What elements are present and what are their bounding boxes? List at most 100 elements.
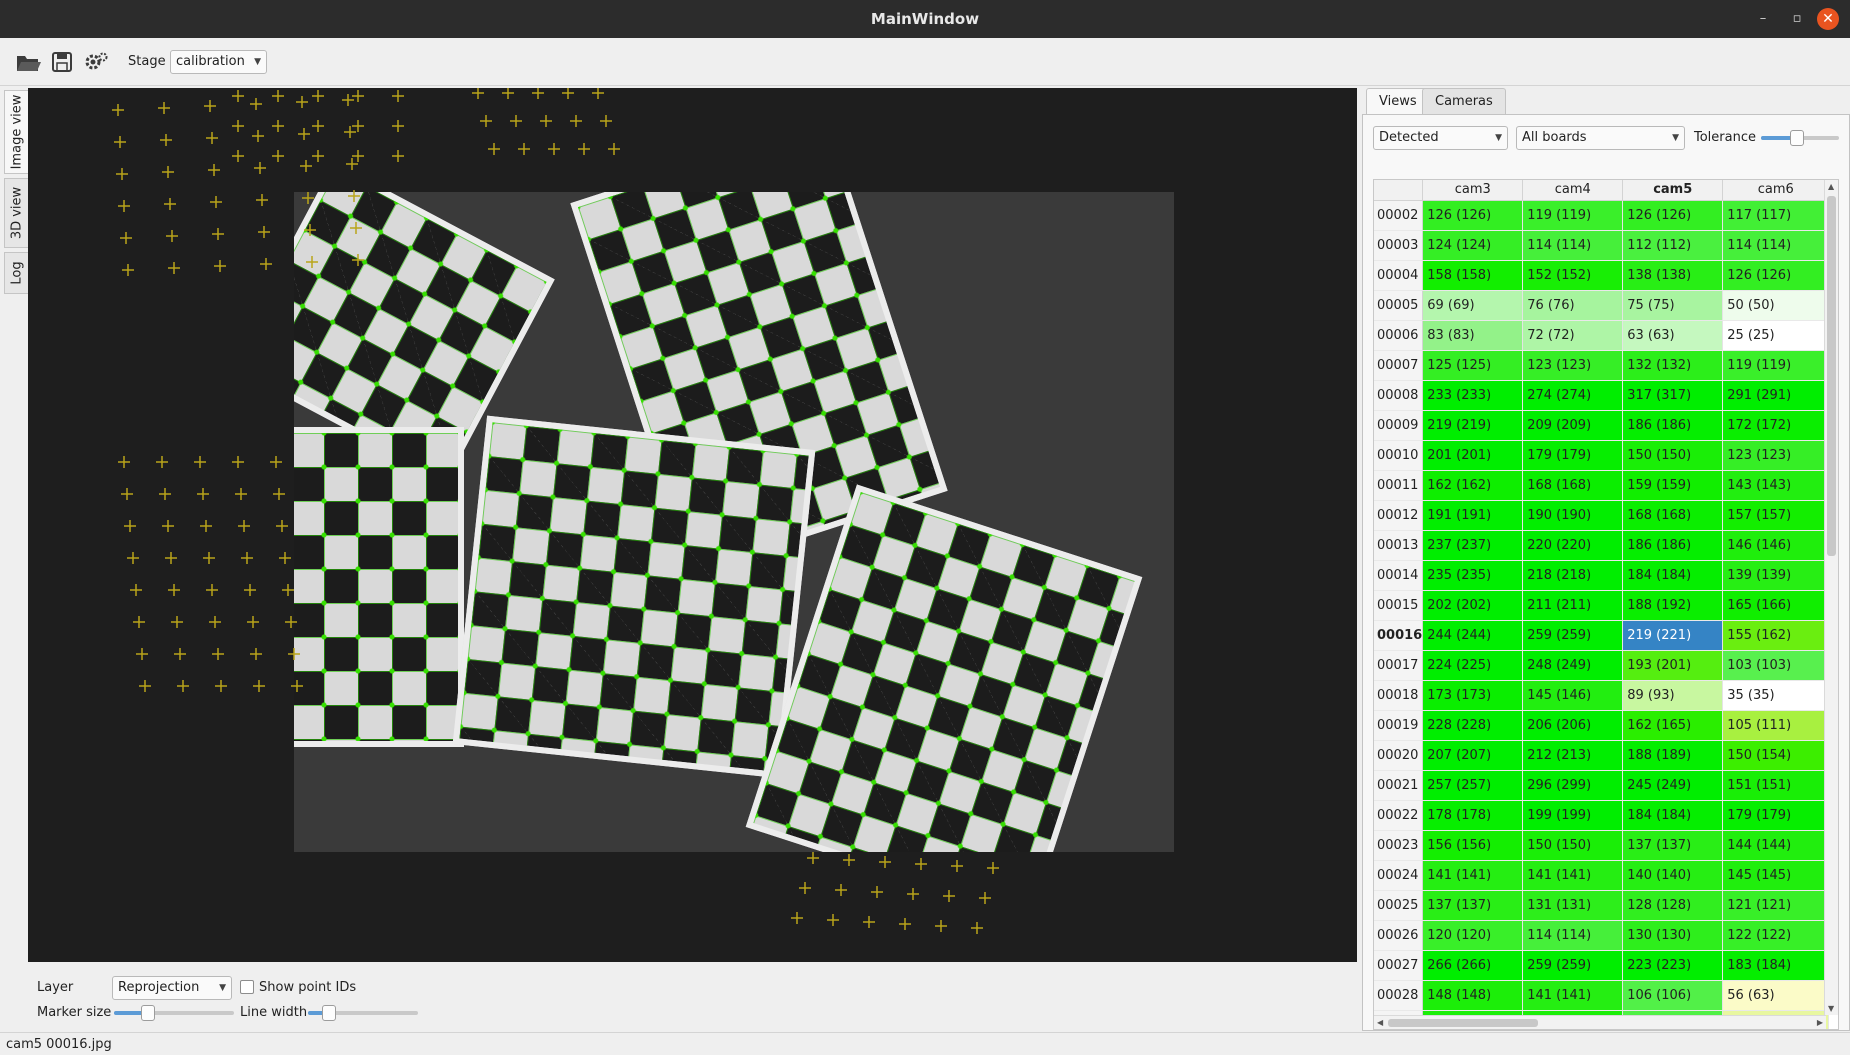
table-row[interactable]: 00005 69 (69) 76 (76) 75 (75) 50 (50) [1374, 290, 1830, 321]
table-cell[interactable]: 114 (114) [1522, 920, 1624, 951]
column-header-cam4[interactable]: cam4 [1522, 180, 1624, 201]
table-cell[interactable]: 25 (25) [1722, 320, 1830, 351]
scroll-thumb[interactable] [1388, 1019, 1538, 1027]
table-cell[interactable]: 219 (219) [1422, 410, 1524, 441]
table-cell[interactable]: 150 (154) [1722, 740, 1830, 771]
table-cell[interactable]: 206 (206) [1522, 710, 1624, 741]
table-cell[interactable]: 76 (76) [1522, 290, 1624, 321]
table-cell[interactable]: 317 (317) [1622, 380, 1724, 411]
table-cell[interactable]: 219 (221) [1622, 620, 1724, 651]
table-cell[interactable]: 83 (83) [1422, 320, 1524, 351]
table-cell[interactable]: 69 (69) [1422, 290, 1524, 321]
table-row[interactable]: 00012 191 (191) 190 (190) 168 (168) 157 (157… [1374, 500, 1830, 531]
table-cell[interactable]: 172 (172) [1722, 410, 1830, 441]
table-cell[interactable]: 266 (266) [1422, 950, 1524, 981]
row-header[interactable]: 00008 [1374, 380, 1424, 411]
row-header[interactable]: 00002 [1374, 200, 1424, 231]
table-cell[interactable]: 141 (141) [1522, 980, 1624, 1011]
table-row[interactable]: 00023 156 (156) 150 (150) 137 (137) 144 (144… [1374, 830, 1830, 861]
table-cell[interactable]: 121 (121) [1722, 890, 1830, 921]
table-cell[interactable]: 151 (151) [1722, 770, 1830, 801]
table-row[interactable]: 00027 266 (266) 259 (259) 223 (223) 183 (184… [1374, 950, 1830, 981]
table-cell[interactable]: 184 (184) [1622, 560, 1724, 591]
table-cell[interactable]: 145 (145) [1722, 860, 1830, 891]
table-cell[interactable]: 125 (125) [1422, 350, 1524, 381]
table-row[interactable]: 00014 235 (235) 218 (218) 184 (184) 139 (139… [1374, 560, 1830, 591]
table-cell[interactable]: 150 (150) [1522, 830, 1624, 861]
table-cell[interactable]: 259 (259) [1522, 950, 1624, 981]
column-header-cam3[interactable]: cam3 [1422, 180, 1524, 201]
table-row[interactable]: 00013 237 (237) 220 (220) 186 (186) 146 (146… [1374, 530, 1830, 561]
table-cell[interactable]: 199 (199) [1522, 800, 1624, 831]
table-row[interactable]: 00002 126 (126) 119 (119) 126 (126) 117 (117… [1374, 200, 1830, 231]
table-cell[interactable]: 123 (123) [1722, 440, 1830, 471]
table-cell[interactable]: 155 (162) [1722, 620, 1830, 651]
table-cell[interactable]: 126 (126) [1722, 260, 1830, 291]
table-cell[interactable]: 56 (63) [1722, 980, 1830, 1011]
table-cell[interactable]: 137 (137) [1422, 890, 1524, 921]
marker-size-slider[interactable] [114, 1003, 234, 1023]
row-header[interactable]: 00018 [1374, 680, 1424, 711]
table-cell[interactable]: 75 (75) [1622, 290, 1724, 321]
table-cell[interactable]: 178 (178) [1422, 800, 1524, 831]
tab-image-view[interactable]: Image view [4, 90, 28, 174]
table-cell[interactable]: 183 (184) [1722, 950, 1830, 981]
table-cell[interactable]: 132 (132) [1622, 350, 1724, 381]
row-header[interactable]: 00028 [1374, 980, 1424, 1011]
table-cell[interactable]: 223 (223) [1622, 950, 1724, 981]
table-cell[interactable]: 233 (233) [1422, 380, 1524, 411]
table-cell[interactable]: 112 (112) [1622, 230, 1724, 261]
table-cell[interactable]: 143 (143) [1722, 470, 1830, 501]
table-cell[interactable]: 211 (211) [1522, 590, 1624, 621]
table-row[interactable]: 00018 173 (173) 145 (146) 89 (93) 35 (35) [1374, 680, 1830, 711]
line-width-slider[interactable] [308, 1003, 418, 1023]
table-row[interactable]: 00007 125 (125) 123 (123) 132 (132) 119 (119… [1374, 350, 1830, 381]
table-cell[interactable]: 179 (179) [1522, 440, 1624, 471]
horizontal-scrollbar[interactable]: ◀ ▶ [1374, 1015, 1826, 1029]
table-cell[interactable]: 291 (291) [1722, 380, 1830, 411]
table-cell[interactable]: 144 (144) [1722, 830, 1830, 861]
row-header[interactable]: 00003 [1374, 230, 1424, 261]
table-cell[interactable]: 114 (114) [1722, 230, 1830, 261]
table-cell[interactable]: 89 (93) [1622, 680, 1724, 711]
table-row[interactable]: 00026 120 (120) 114 (114) 130 (130) 122 (122… [1374, 920, 1830, 951]
table-cell[interactable]: 235 (235) [1422, 560, 1524, 591]
row-header[interactable]: 00015 [1374, 590, 1424, 621]
table-cell[interactable]: 186 (186) [1622, 530, 1724, 561]
table-cell[interactable]: 119 (119) [1722, 350, 1830, 381]
row-header[interactable]: 00007 [1374, 350, 1424, 381]
boards-combo[interactable]: All boards ▼ [1516, 126, 1685, 150]
table-cell[interactable]: 141 (141) [1422, 860, 1524, 891]
close-button[interactable]: ✕ [1817, 8, 1839, 30]
table-row[interactable]: 00024 141 (141) 141 (141) 140 (140) 145 (145… [1374, 860, 1830, 891]
table-cell[interactable]: 224 (225) [1422, 650, 1524, 681]
table-cell[interactable]: 202 (202) [1422, 590, 1524, 621]
minimize-button[interactable]: – [1752, 8, 1774, 30]
table-cell[interactable]: 150 (150) [1622, 440, 1724, 471]
row-header[interactable]: 00012 [1374, 500, 1424, 531]
tab-log[interactable]: Log [4, 252, 28, 294]
row-header[interactable]: 00021 [1374, 770, 1424, 801]
save-icon[interactable] [48, 48, 76, 76]
table-cell[interactable]: 168 (168) [1622, 500, 1724, 531]
row-header[interactable]: 00014 [1374, 560, 1424, 591]
table-cell[interactable]: 201 (201) [1422, 440, 1524, 471]
table-cell[interactable]: 50 (50) [1722, 290, 1830, 321]
row-header[interactable]: 00005 [1374, 290, 1424, 321]
row-header[interactable]: 00017 [1374, 650, 1424, 681]
table-cell[interactable]: 103 (103) [1722, 650, 1830, 681]
table-cell[interactable]: 220 (220) [1522, 530, 1624, 561]
table-cell[interactable]: 191 (191) [1422, 500, 1524, 531]
row-header[interactable]: 00022 [1374, 800, 1424, 831]
table-cell[interactable]: 106 (106) [1622, 980, 1724, 1011]
table-cell[interactable]: 193 (201) [1622, 650, 1724, 681]
table-row[interactable]: 00025 137 (137) 131 (131) 128 (128) 121 (121… [1374, 890, 1830, 921]
table-cell[interactable]: 122 (122) [1722, 920, 1830, 951]
detection-filter-combo[interactable]: Detected ▼ [1373, 126, 1508, 150]
scroll-right-icon[interactable]: ▶ [1817, 1018, 1823, 1027]
table-row[interactable]: 00004 158 (158) 152 (152) 138 (138) 126 (126… [1374, 260, 1830, 291]
table-cell[interactable]: 165 (166) [1722, 590, 1830, 621]
table-cell[interactable]: 162 (162) [1422, 470, 1524, 501]
table-cell[interactable]: 237 (237) [1422, 530, 1524, 561]
table-cell[interactable]: 146 (146) [1722, 530, 1830, 561]
